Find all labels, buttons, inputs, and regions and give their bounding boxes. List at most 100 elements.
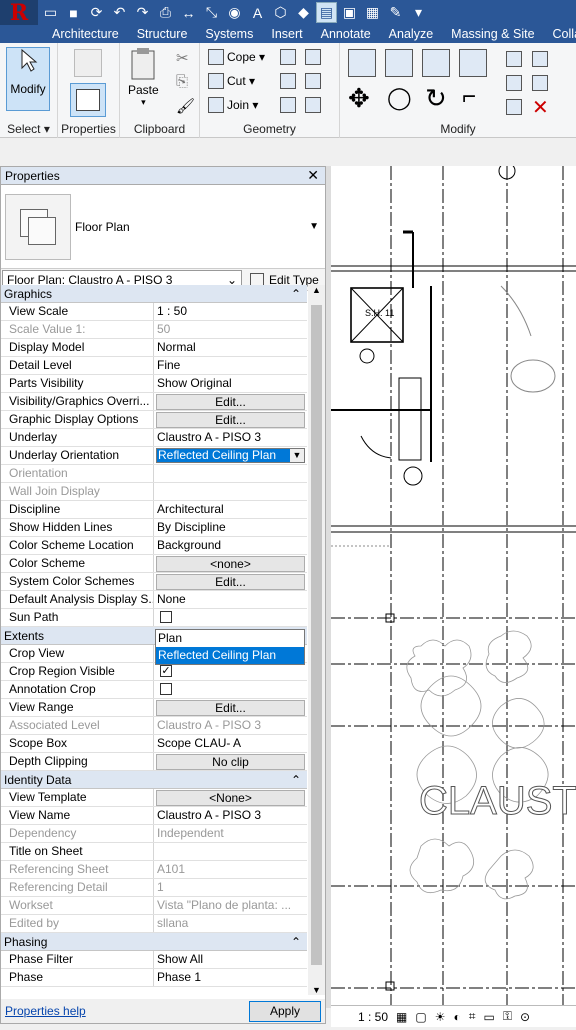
row-scope-box[interactable]: Scope Box Scope CLAU- A <box>1 735 307 753</box>
tab-architecture[interactable]: Architecture <box>0 25 128 43</box>
section-identity-data[interactable]: Identity Data ⌃ <box>1 771 307 789</box>
scroll-up-icon[interactable]: ▲ <box>308 285 325 295</box>
tab-analyze[interactable]: Analyze <box>380 25 442 43</box>
tab-structure[interactable]: Structure <box>128 25 197 43</box>
scale-icon[interactable] <box>532 75 548 91</box>
section-graphics[interactable]: Graphics ⌃ <box>1 285 307 303</box>
row-default-analysis[interactable]: Default Analysis Display S... None <box>1 591 307 609</box>
modify-button[interactable]: Modify <box>6 47 50 111</box>
demolish-icon[interactable] <box>280 73 296 89</box>
depth-clipping-button[interactable]: No clip <box>156 754 305 770</box>
save-icon[interactable]: ■ <box>63 2 84 23</box>
wall-joins-icon[interactable] <box>280 49 296 65</box>
match-properties-icon[interactable]: 🖌 <box>176 97 195 115</box>
select-dropdown[interactable]: Select ▾ <box>0 122 57 136</box>
paste-button[interactable]: Paste ▾ <box>128 47 159 108</box>
split-icon[interactable] <box>506 51 522 67</box>
row-underlay[interactable]: Underlay Claustro A - PISO 3 <box>1 429 307 447</box>
hammer-icon[interactable] <box>305 97 321 113</box>
copy-element-icon[interactable]: ◯ <box>387 85 412 111</box>
vg-edit-button[interactable]: Edit... <box>156 394 305 410</box>
thin-lines-icon[interactable]: ▤ <box>316 2 337 23</box>
paint-icon[interactable] <box>305 73 321 89</box>
section-icon[interactable]: ◆ <box>293 2 314 23</box>
cut-icon[interactable]: ✂ <box>176 49 189 67</box>
mirror-draw-icon[interactable] <box>459 49 487 77</box>
view-scale[interactable]: 1 : 50 <box>358 1010 388 1024</box>
mirror-pick-icon[interactable] <box>422 49 450 77</box>
type-properties-icon[interactable] <box>74 49 102 77</box>
annotation-crop-checkbox[interactable] <box>160 683 172 695</box>
align-icon[interactable] <box>348 49 376 77</box>
pin-icon[interactable] <box>532 51 548 67</box>
row-view-scale[interactable]: View Scale 1 : 50 <box>1 303 307 321</box>
offset-icon[interactable] <box>385 49 413 77</box>
drawing-canvas[interactable]: CLAUST S.H. 11 <box>331 166 576 1008</box>
row-detail-level[interactable]: Detail Level Fine <box>1 357 307 375</box>
row-discipline[interactable]: Discipline Architectural <box>1 501 307 519</box>
shadows-icon[interactable]: ◐ <box>453 1010 460 1024</box>
tab-insert[interactable]: Insert <box>262 25 311 43</box>
move-icon[interactable]: ✥ <box>348 83 370 114</box>
rotate-icon[interactable]: ↻ <box>425 83 447 114</box>
scroll-thumb[interactable] <box>311 305 322 965</box>
crop-visible-icon[interactable]: ▭ <box>484 1010 495 1024</box>
row-phase[interactable]: Phase Phase 1 <box>1 969 307 987</box>
switch-windows-icon[interactable]: ▦ <box>362 2 383 23</box>
row-show-hidden-lines[interactable]: Show Hidden Lines By Discipline <box>1 519 307 537</box>
tab-collaborate[interactable]: Colla <box>544 25 576 43</box>
cut-geometry-button[interactable]: Cut ▾ <box>208 73 255 89</box>
view-template-button[interactable]: <None> <box>156 790 305 806</box>
sync-icon[interactable]: ⟳ <box>86 2 107 23</box>
measure-icon[interactable]: ↔ <box>178 2 199 23</box>
apply-button[interactable]: Apply <box>249 1000 321 1022</box>
properties-toggle-icon[interactable] <box>70 83 106 117</box>
crop-region-checkbox[interactable]: ✓ <box>160 665 172 677</box>
close-hidden-icon[interactable]: ▣ <box>339 2 360 23</box>
close-icon[interactable]: ✕ <box>307 167 319 184</box>
split-face-icon[interactable] <box>305 49 321 65</box>
properties-scrollbar[interactable]: ▲ ▼ <box>308 285 325 995</box>
detail-level-icon[interactable]: ▦ <box>396 1010 407 1024</box>
join-button[interactable]: Join ▾ <box>208 97 258 113</box>
cope-button[interactable]: Cope ▾ <box>208 49 265 65</box>
row-underlay-orientation[interactable]: Underlay Orientation Reflected Ceiling P… <box>1 447 307 465</box>
3d-view-icon[interactable]: ⬡ <box>270 2 291 23</box>
customize-icon[interactable]: ▾ <box>408 2 429 23</box>
dropdown-option-plan[interactable]: Plan <box>156 630 304 647</box>
wall-join-icon[interactable] <box>280 97 296 113</box>
array-icon[interactable] <box>506 75 522 91</box>
properties-help-link[interactable]: Properties help <box>5 1004 86 1018</box>
trim-icon[interactable]: ⌐ <box>462 83 476 111</box>
row-color-scheme-location[interactable]: Color Scheme Location Background <box>1 537 307 555</box>
row-display-model[interactable]: Display Model Normal <box>1 339 307 357</box>
unpin-icon[interactable] <box>506 99 522 115</box>
sun-path-checkbox[interactable] <box>160 611 172 623</box>
system-color-edit-button[interactable]: Edit... <box>156 574 305 590</box>
row-view-name[interactable]: View Name Claustro A - PISO 3 <box>1 807 307 825</box>
tab-systems[interactable]: Systems <box>196 25 262 43</box>
underlay-orientation-select[interactable]: Reflected Ceiling Plan ▼ <box>156 448 305 463</box>
temp-hide-icon[interactable]: ⊙ <box>520 1010 530 1024</box>
copy-icon[interactable]: ⎘ <box>176 73 188 90</box>
revit-logo[interactable]: R <box>0 0 38 26</box>
row-parts-visibility[interactable]: Parts Visibility Show Original <box>1 375 307 393</box>
lock-icon[interactable]: ⚿ <box>503 1009 512 1024</box>
settings-icon[interactable]: ✎ <box>385 2 406 23</box>
section-phasing[interactable]: Phasing ⌃ <box>1 933 307 951</box>
visual-style-icon[interactable]: ▢ <box>415 1010 426 1024</box>
crop-icon[interactable]: ⌗ <box>469 1009 476 1024</box>
row-phase-filter[interactable]: Phase Filter Show All <box>1 951 307 969</box>
dropdown-option-reflected-ceiling-plan[interactable]: Reflected Ceiling Plan <box>156 647 304 664</box>
redo-icon[interactable]: ↷ <box>132 2 153 23</box>
delete-icon[interactable]: ✕ <box>532 95 549 120</box>
color-scheme-button[interactable]: <none> <box>156 556 305 572</box>
view-range-edit-button[interactable]: Edit... <box>156 700 305 716</box>
tag-icon[interactable]: ◉ <box>224 2 245 23</box>
tab-annotate[interactable]: Annotate <box>312 25 380 43</box>
print-icon[interactable]: ⎙ <box>155 2 176 23</box>
scroll-down-icon[interactable]: ▼ <box>308 985 325 995</box>
type-selector[interactable]: Floor Plan ▼ <box>1 185 325 269</box>
row-title-on-sheet[interactable]: Title on Sheet <box>1 843 307 861</box>
canvas-vertical-scrollbar[interactable] <box>326 166 331 1008</box>
